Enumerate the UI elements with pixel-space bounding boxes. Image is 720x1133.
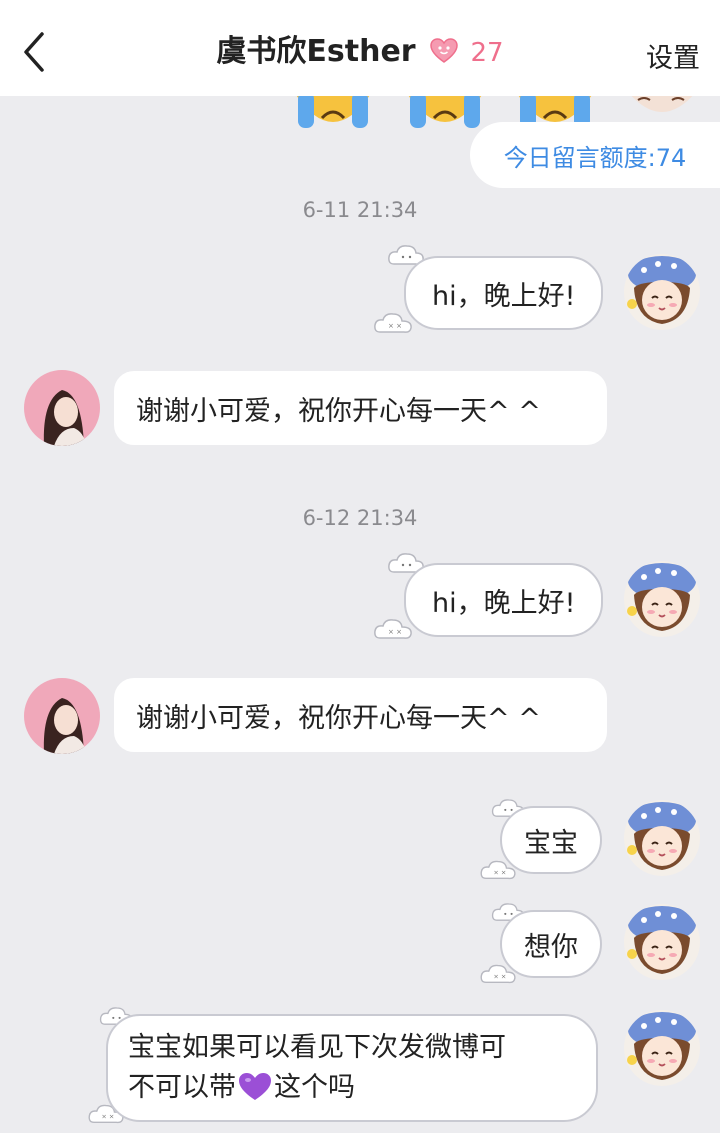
message-text: 谢谢小可爱，祝你开心每一天^ ^ (136, 702, 541, 734)
my-avatar[interactable] (624, 800, 700, 876)
message-text-line: 不可以带 这个吗 (128, 1068, 506, 1108)
message-text: hi，晚上好! (432, 587, 576, 619)
chat-title: 虞书欣Esther 27 (0, 30, 720, 75)
outgoing-message-bubble[interactable]: hi，晚上好! (404, 256, 604, 330)
my-avatar[interactable] (624, 254, 700, 330)
purple-heart-icon (239, 1073, 271, 1100)
outgoing-message-bubble[interactable]: 想你 (500, 910, 602, 978)
message-text-line: 宝宝如果可以看见下次发微博可 (128, 1032, 506, 1063)
top-nav-bar: 虞书欣Esther 27 设置 (0, 0, 720, 96)
my-avatar[interactable] (624, 1010, 700, 1086)
svg-text:× ×: × × (493, 973, 506, 981)
message-text: 宝宝 (524, 827, 578, 859)
outgoing-message-bubble[interactable]: hi，晚上好! (404, 563, 604, 637)
settings-button[interactable]: 设置 (646, 36, 700, 75)
contact-photo-icon (24, 370, 100, 446)
message-text-segment: 这个吗 (274, 1072, 355, 1103)
incoming-message-bubble[interactable]: 谢谢小可爱，祝你开心每一天^ ^ (114, 371, 607, 445)
message-text: 想你 (524, 931, 578, 963)
anime-girl-avatar-icon (624, 561, 700, 637)
anime-girl-avatar-icon (624, 1010, 700, 1086)
svg-text:× ×: × × (388, 322, 402, 330)
intimacy-count: 27 (470, 38, 504, 68)
svg-text:× ×: × × (101, 1113, 114, 1121)
crying-emoji-icon (294, 92, 372, 128)
anime-girl-avatar-icon (624, 904, 700, 980)
crying-emoji-icon (406, 92, 484, 128)
contact-avatar[interactable] (24, 678, 100, 754)
message-text: 谢谢小可爱，祝你开心每一天^ ^ (136, 395, 541, 427)
message-text: hi，晚上好! (432, 280, 576, 312)
svg-text:× ×: × × (493, 869, 506, 877)
outgoing-message-bubble[interactable]: 宝宝 (500, 806, 602, 874)
message-text-segment: 不可以带 (128, 1072, 236, 1103)
svg-text:× ×: × × (388, 628, 402, 636)
message-quota-badge: 今日留言额度:74 (470, 122, 720, 188)
heart-face-icon (430, 38, 458, 63)
my-avatar[interactable] (624, 904, 700, 980)
user-avatar-partial (628, 92, 696, 112)
outgoing-message-bubble[interactable]: 宝宝如果可以看见下次发微博可 不可以带 这个吗 (106, 1014, 598, 1122)
my-avatar[interactable] (624, 561, 700, 637)
contact-avatar[interactable] (24, 370, 100, 446)
anime-girl-avatar-icon (624, 254, 700, 330)
timestamp: 6-12 21:34 (302, 506, 418, 530)
timestamp: 6-11 21:34 (302, 198, 418, 222)
incoming-message-bubble[interactable]: 谢谢小可爱，祝你开心每一天^ ^ (114, 678, 607, 752)
anime-girl-avatar-icon (624, 800, 700, 876)
contact-name: 虞书欣Esther (216, 34, 416, 69)
contact-photo-icon (24, 678, 100, 754)
